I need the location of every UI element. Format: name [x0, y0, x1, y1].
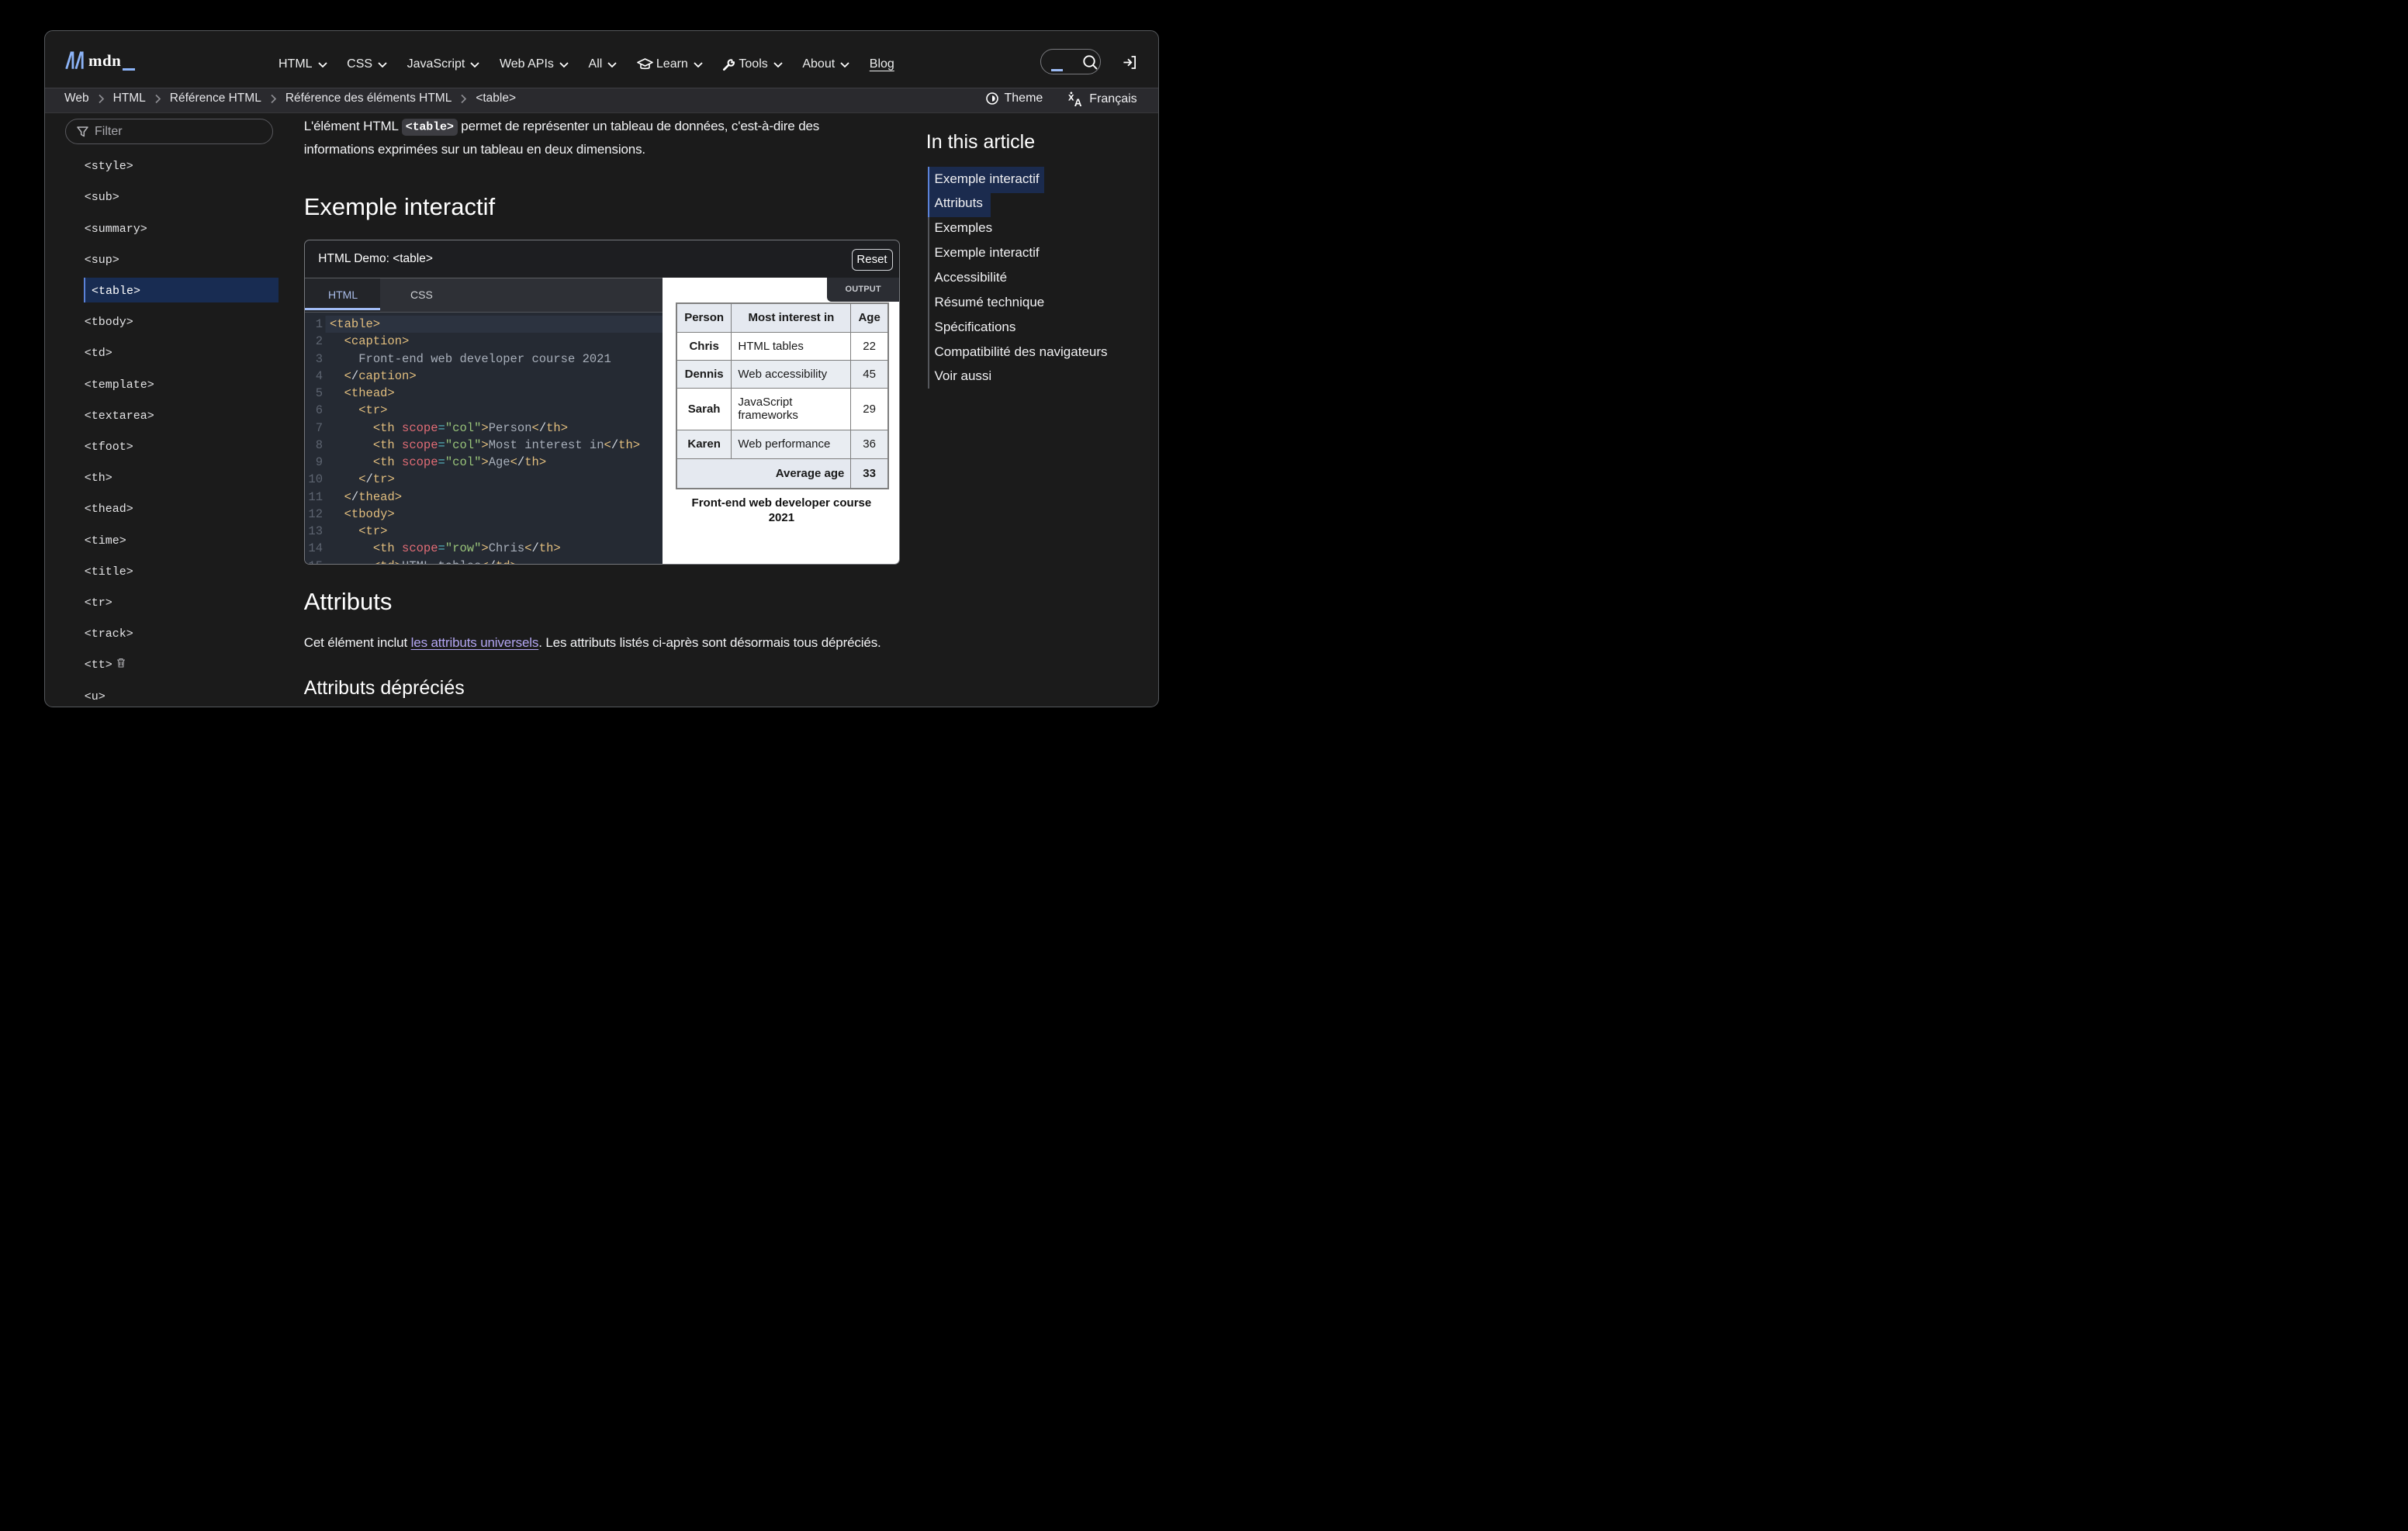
svg-text:A: A: [1074, 97, 1082, 106]
